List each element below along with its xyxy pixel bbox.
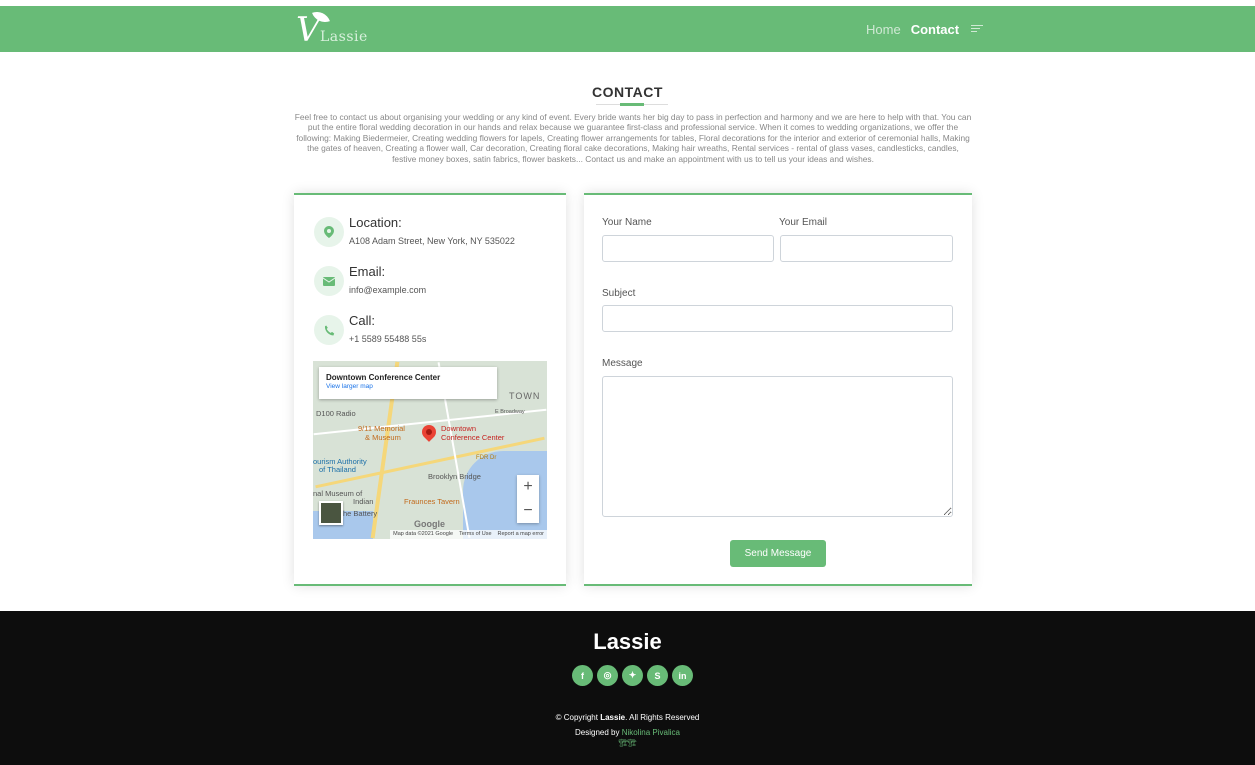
title-divider-accent <box>620 103 644 106</box>
message-field[interactable] <box>602 376 953 517</box>
zoom-out-button[interactable]: − <box>517 499 539 523</box>
map-marker-icon <box>314 217 344 247</box>
email-field[interactable] <box>780 235 953 262</box>
call-info: Call: +1 5589 55488 55s <box>314 313 554 353</box>
designer-link[interactable]: Nikolina Pivalica <box>622 728 680 737</box>
email-info: Email: info@example.com <box>314 264 554 304</box>
location-value: A108 Adam Street, New York, NY 535022 <box>349 236 515 246</box>
nav-contact[interactable]: Contact <box>911 22 959 37</box>
designed-prefix: Designed by <box>575 728 622 737</box>
envelope-icon <box>314 266 344 296</box>
zoom-in-button[interactable]: + <box>517 475 539 499</box>
map-label: FDR Dr <box>476 455 497 461</box>
site-header: V Lassie Home Contact <box>0 6 1255 52</box>
map-label: TOWN <box>509 391 541 401</box>
logo[interactable]: V Lassie <box>296 8 396 48</box>
map-label: Fraunces Tavern <box>404 497 460 506</box>
menu-lines-icon[interactable] <box>971 24 985 34</box>
phone-icon <box>314 315 344 345</box>
location-label: Location: <box>349 215 402 230</box>
linkedin-icon[interactable]: in <box>672 665 693 686</box>
designed-by: Designed by Nikolina Pivalica <box>0 728 1255 737</box>
contact-info-card: Location: A108 Adam Street, New York, NY… <box>294 193 566 586</box>
name-field[interactable] <box>602 235 774 262</box>
map-label: D100 Radio <box>316 409 356 418</box>
footer-mark: 🏗🏗 <box>618 740 637 747</box>
email-value[interactable]: info@example.com <box>349 285 426 295</box>
map-label: Brooklyn Bridge <box>428 472 481 481</box>
map-label: he Battery <box>343 509 378 518</box>
map-label: Indian <box>353 497 374 506</box>
subject-label: Subject <box>602 288 636 299</box>
facebook-icon[interactable]: f <box>572 665 593 686</box>
skype-icon[interactable]: S <box>647 665 668 686</box>
map-pin-label: Downtown Conference Center <box>441 424 505 442</box>
google-logo: Google <box>414 519 445 529</box>
satellite-toggle[interactable] <box>319 501 343 525</box>
name-label: Your Name <box>602 217 652 228</box>
embedded-map[interactable]: Downtown Conference Center View larger m… <box>313 361 547 539</box>
page-title: CONTACT <box>592 84 663 100</box>
map-data-text: Map data ©2021 Google <box>393 531 454 537</box>
instagram-icon[interactable]: ◎ <box>597 665 618 686</box>
email-label: Email: <box>349 264 386 279</box>
copyright: © Copyright Lassie. All Rights Reserved <box>0 713 1255 722</box>
terms-link[interactable]: Terms of Use <box>459 531 491 538</box>
copyright-suffix: . All Rights Reserved <box>625 713 700 722</box>
map-zoom-control: + − <box>517 475 539 523</box>
view-larger-map-link[interactable]: View larger map <box>326 383 490 390</box>
map-label: 9/11 Memorial <box>358 424 405 433</box>
map-place-card: Downtown Conference Center View larger m… <box>319 367 497 399</box>
contact-form-card: Your Name Your Email Subject Message Sen… <box>584 193 972 586</box>
logo-text: Lassie <box>320 29 368 45</box>
site-footer: Lassie f ◎ ✦ S in © Copyright Lassie. Al… <box>0 611 1255 765</box>
nav-home[interactable]: Home <box>866 22 901 37</box>
report-error-link[interactable]: Report a map error <box>498 531 544 538</box>
call-label: Call: <box>349 313 376 328</box>
map-label: of Thailand <box>319 465 356 474</box>
footer-brand: Lassie <box>593 629 662 654</box>
subject-field[interactable] <box>602 305 953 332</box>
email-label: Your Email <box>779 217 827 228</box>
map-attribution: Map data ©2021 Google Terms of Use Repor… <box>390 530 547 539</box>
twitter-icon[interactable]: ✦ <box>622 665 643 686</box>
call-value[interactable]: +1 5589 55488 55s <box>349 334 426 344</box>
map-pin-label-line2: Conference Center <box>441 432 505 442</box>
send-message-button[interactable]: Send Message <box>730 540 826 567</box>
map-pin-dot <box>426 429 432 435</box>
social-links: f ◎ ✦ S in <box>572 665 693 686</box>
location-info: Location: A108 Adam Street, New York, NY… <box>314 215 554 255</box>
message-label: Message <box>602 358 643 369</box>
main-nav: Home Contact <box>866 6 985 52</box>
copyright-prefix: © Copyright <box>555 713 601 722</box>
map-label: E Broadway <box>495 409 525 415</box>
map-label: & Museum <box>365 433 401 442</box>
map-place-title: Downtown Conference Center <box>326 373 441 382</box>
copyright-brand: Lassie <box>600 713 626 722</box>
intro-text: Feel free to contact us about organising… <box>294 112 972 164</box>
